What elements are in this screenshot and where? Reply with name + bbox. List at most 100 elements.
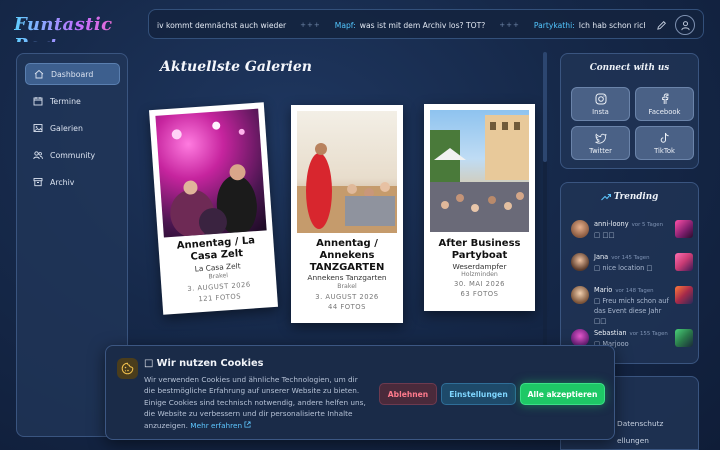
trending-message: □ nice location □: [594, 264, 653, 272]
pencil-icon: [656, 20, 666, 30]
sidebar-item-label: Community: [50, 150, 96, 160]
avatar: [571, 253, 589, 271]
instagram-label: Insta: [592, 107, 609, 116]
decline-cookies-button[interactable]: Ablehnen: [379, 383, 437, 405]
trending-user: Sebastian vor 155 Tagen: [594, 329, 668, 337]
ticker-item: iv kommt demnächst auch wieder: [157, 21, 286, 30]
trending-user: Mario vor 148 Tagen: [594, 286, 654, 294]
trending-message: □ □□: [594, 231, 615, 239]
gallery-location: Holzminden: [461, 271, 498, 278]
trending-time: vor 145 Tagen: [611, 255, 650, 261]
trending-up-icon: [600, 193, 611, 200]
trending-thumbnail[interactable]: [675, 253, 693, 271]
cookie-description: Wir verwenden Cookies und ähnliche Techn…: [144, 374, 370, 431]
sidebar-item-label: Archiv: [50, 177, 75, 187]
user-icon: [680, 20, 690, 30]
facebook-icon: [659, 93, 671, 105]
ticker-track: iv kommt demnächst auch wieder +++ Mapf:…: [157, 10, 645, 38]
tiktok-button[interactable]: TikTok: [635, 126, 694, 160]
trending-time: vor 148 Tagen: [615, 288, 654, 294]
gallery-photo-count: 63 FOTOS: [460, 290, 499, 298]
privacy-link[interactable]: Datenschutz: [617, 419, 663, 428]
facebook-button[interactable]: Facebook: [635, 87, 694, 121]
cookie-icon: [117, 358, 138, 379]
sidebar-item-termine[interactable]: Termine: [25, 90, 120, 112]
sidebar-item-label: Galerien: [50, 123, 83, 133]
gallery-date: 30. MAI 2026: [454, 280, 505, 288]
page-title: Aktuellste Galerien: [160, 59, 312, 75]
twitter-label: Twitter: [589, 146, 612, 155]
trending-time: vor 155 Tagen: [629, 331, 668, 337]
ticker-text: iv kommt demnächst auch wieder: [157, 20, 287, 30]
connect-panel: Connect with us Insta Facebook Twitter T…: [560, 53, 699, 169]
ticker-text: was ist mit dem Archiv los? TOT?: [359, 20, 486, 30]
accept-all-cookies-button[interactable]: Alle akzeptieren: [520, 383, 605, 405]
singer-crowd-image: [297, 143, 397, 233]
sidebar-item-dashboard[interactable]: Dashboard: [25, 63, 120, 85]
tiktok-label: TikTok: [654, 146, 675, 155]
twitter-icon: [594, 132, 607, 144]
external-link-icon: [244, 421, 251, 428]
image-icon: [33, 123, 43, 133]
sidebar-item-label: Dashboard: [51, 69, 94, 79]
edit-button[interactable]: [651, 15, 671, 35]
users-icon: [33, 150, 43, 160]
ticker-user[interactable]: Mapf:: [335, 21, 356, 30]
calendar-icon: [33, 96, 43, 106]
cookie-settings-button[interactable]: Einstellungen: [441, 383, 516, 405]
gallery-venue: Annekens Tanzgarten: [307, 273, 387, 282]
sidebar-item-galerien[interactable]: Galerien: [25, 117, 120, 139]
trending-message: □ Freu mich schon auf das Event diese Ja…: [594, 297, 669, 325]
gallery-title: After Business Partyboat: [438, 238, 521, 261]
connect-title: Connect with us: [589, 63, 670, 73]
trending-title: Trending: [561, 192, 698, 202]
scrollbar-thumb[interactable]: [543, 52, 547, 162]
gallery-card[interactable]: After Business Partyboat Weserdampfer Ho…: [424, 104, 535, 311]
news-ticker: iv kommt demnächst auch wieder +++ Mapf:…: [148, 9, 704, 39]
trending-item[interactable]: Mario vor 148 Tagen □ Freu mich schon auf…: [571, 286, 695, 326]
gallery-photo: [155, 108, 267, 238]
facebook-label: Facebook: [648, 107, 681, 116]
archive-icon: [33, 177, 43, 187]
ticker-separator: +++: [499, 21, 520, 29]
gallery-photo: [430, 110, 529, 232]
avatar: [571, 286, 589, 304]
trending-title-text: Trending: [613, 192, 659, 202]
learn-more-link[interactable]: Mehr erfahren: [190, 421, 251, 430]
trending-thumbnail[interactable]: [675, 286, 693, 304]
ticker-text: Ich hab schon richtig Bock: [578, 20, 645, 30]
instagram-icon: [595, 93, 607, 105]
sidebar-item-community[interactable]: Community: [25, 144, 120, 166]
street-festival-image: [430, 115, 529, 232]
gallery-card[interactable]: Annentag / Annekens TANZGARTEN Annekens …: [291, 105, 403, 323]
cookie-title: □ Wir nutzen Cookies: [144, 358, 264, 369]
sidebar-item-label: Termine: [50, 96, 81, 106]
user-account-button[interactable]: [675, 15, 695, 35]
ticker-user[interactable]: Partykathi:: [534, 21, 575, 30]
gallery-location: Brakel: [337, 283, 357, 290]
gallery-card[interactable]: Annentag / La Casa Zelt La Casa Zelt Bra…: [148, 102, 279, 315]
settings-link[interactable]: ellungen: [617, 436, 649, 445]
trending-user: Jana vor 145 Tagen: [594, 253, 650, 261]
gallery-photo-count: 44 FOTOS: [328, 303, 366, 311]
site-logo[interactable]: Funtastic Party: [14, 14, 136, 56]
trending-thumbnail[interactable]: [675, 329, 693, 347]
ticker-item: Mapf: was ist mit dem Archiv los? TOT?: [335, 21, 486, 30]
trending-panel: Trending anni-loony vor 5 Tagen □ □□ Jana…: [560, 182, 699, 364]
cookie-banner: □ Wir nutzen Cookies Wir verwenden Cooki…: [105, 345, 615, 440]
gallery-venue: Weserdampfer: [452, 262, 507, 271]
trending-time: vor 5 Tagen: [631, 222, 664, 228]
sidebar-item-archiv[interactable]: Archiv: [25, 171, 120, 193]
gallery-date: 3. AUGUST 2026: [315, 293, 379, 301]
instagram-button[interactable]: Insta: [571, 87, 630, 121]
home-icon: [34, 69, 44, 79]
party-crowd-image: [170, 121, 257, 238]
trending-user: anni-loony vor 5 Tagen: [594, 220, 664, 228]
cookie-text: Wir verwenden Cookies und ähnliche Techn…: [144, 375, 366, 430]
tiktok-icon: [659, 132, 671, 144]
avatar: [571, 220, 589, 238]
twitter-button[interactable]: Twitter: [571, 126, 630, 160]
trending-thumbnail[interactable]: [675, 220, 693, 238]
ticker-item: Partykathi: Ich hab schon richtig Bock: [534, 21, 645, 30]
gallery-title: Annentag / Annekens TANZGARTEN: [309, 238, 385, 273]
